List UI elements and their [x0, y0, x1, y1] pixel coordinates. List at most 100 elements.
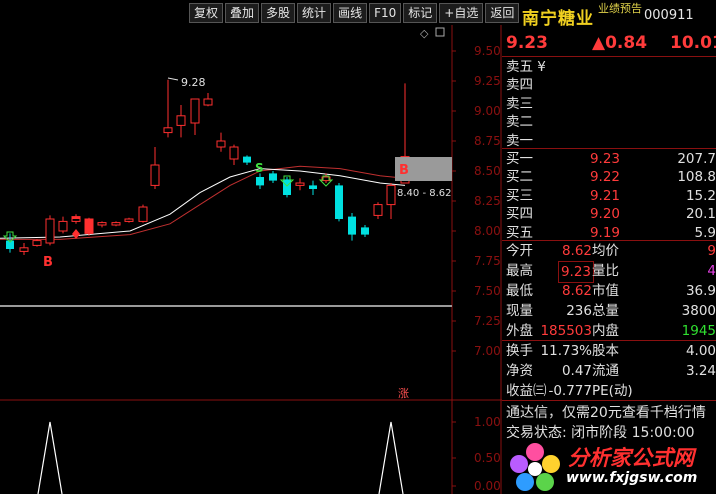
low-label: 最低: [506, 283, 533, 299]
trade-status: 交易状态: 闭市阶段 15:00:00: [506, 422, 695, 442]
sell-row[interactable]: 卖五 ¥: [502, 57, 716, 77]
candle-body[interactable]: [203, 98, 213, 106]
toolbar-button[interactable]: 复权: [189, 3, 224, 23]
buy-row[interactable]: 买三 9.21 15.2: [502, 186, 716, 206]
inner-label: 内盘: [592, 323, 619, 339]
vol-ratio-value: 4: [707, 263, 716, 279]
stat-row-low: 最低 8.62 市值 36.9: [502, 281, 716, 301]
axis-label: 9.50: [474, 44, 501, 58]
candle-body[interactable]: [335, 185, 343, 219]
sell-label: 卖五 ¥: [506, 59, 546, 75]
buy-signal-b[interactable]: B: [43, 255, 53, 270]
trade-status-time: 15:00:00: [631, 425, 695, 441]
stock-code: 000911: [644, 8, 694, 23]
float-value: 3.24: [685, 363, 716, 379]
range-annotation: 8.40 - 8.62: [397, 188, 452, 199]
buy-row[interactable]: 买一 9.23 207.7: [502, 149, 716, 169]
stat-row-turnover: 换手 11.73% 股本 4.00: [502, 341, 716, 361]
outer-label: 外盘: [506, 323, 533, 339]
stat-row-eps: 收益㈢ -0.777 PE(动): [502, 381, 716, 401]
sell-row[interactable]: 卖三: [502, 94, 716, 114]
mkt-cap-value: 36.9: [685, 283, 716, 299]
candle-body[interactable]: [216, 140, 226, 148]
buy-volume: 20.1: [685, 206, 716, 223]
limit-up-marker: 涨: [398, 387, 409, 400]
buy-label: 买四: [506, 206, 533, 223]
candle-body-solid[interactable]: [72, 216, 80, 219]
current-price: 9.23: [506, 33, 548, 53]
toolbar-button[interactable]: +自选: [439, 3, 484, 23]
price-change-pct: 10.01: [670, 33, 716, 53]
avg-label: 均价: [592, 243, 619, 259]
candle-body[interactable]: [373, 204, 383, 216]
axis-label: 7.00: [474, 344, 501, 358]
sell-label: 卖三: [506, 95, 533, 112]
toolbar-button[interactable]: F10: [369, 3, 402, 23]
low-value: 8.62: [561, 283, 592, 299]
axis-label: 7.50: [474, 284, 501, 298]
equity-label: 股本: [592, 343, 619, 359]
eps-label: 收益㈢: [506, 383, 547, 399]
high-price-pointer: [167, 77, 179, 81]
candle-body[interactable]: [348, 216, 356, 235]
candle-body[interactable]: [150, 164, 160, 186]
candle-body[interactable]: [256, 177, 264, 186]
notice-badge[interactable]: 业绩预告: [598, 0, 642, 16]
indicator-spike: [378, 421, 404, 494]
toolbar-button[interactable]: 统计: [297, 3, 332, 23]
cur-vol-value: 236: [566, 303, 592, 319]
candle-body[interactable]: [138, 206, 148, 222]
toolbar-button[interactable]: 叠加: [225, 3, 260, 23]
quote-panel: 南宁糖业 业绩预告 000911 9.23 ▲0.84 10.01 卖五 ¥ 卖四…: [502, 0, 716, 494]
promo-message[interactable]: 通达信，仅需20元查看千档行情: [506, 402, 706, 422]
indicator-axis-label: 0.50: [474, 451, 501, 465]
toolbar-button[interactable]: 画线: [333, 3, 368, 23]
buy-price: 9.22: [589, 169, 620, 186]
candle-body[interactable]: [111, 222, 121, 226]
candle-body-solid[interactable]: [85, 219, 93, 234]
buy-row[interactable]: 买四 9.20 20.1: [502, 204, 716, 224]
square-icon[interactable]: [435, 27, 445, 37]
candle-body[interactable]: [229, 146, 239, 160]
sell-label: 卖二: [506, 114, 533, 131]
toolbar-button[interactable]: 多股: [261, 3, 296, 23]
mkt-cap-label: 市值: [592, 283, 619, 299]
candle-body[interactable]: [386, 184, 396, 206]
sell-row[interactable]: 卖四: [502, 75, 716, 95]
buy-label: 买三: [506, 187, 533, 204]
cur-vol-label: 现量: [506, 303, 533, 319]
candle-body[interactable]: [190, 98, 200, 124]
avg-value: 9: [707, 243, 716, 259]
axis-label: 9.00: [474, 104, 501, 118]
buy-label: 买二: [506, 169, 533, 186]
buy-signal-b[interactable]: B: [399, 163, 409, 178]
candle-body[interactable]: [309, 185, 317, 189]
candle-body[interactable]: [45, 218, 55, 244]
turnover-label: 换手: [506, 343, 533, 359]
candle-body[interactable]: [176, 115, 186, 126]
diamond-icon[interactable]: ◇: [420, 27, 429, 40]
candle-body[interactable]: [19, 247, 29, 252]
candle-body[interactable]: [361, 227, 369, 235]
high-value: 9.23: [557, 261, 594, 283]
candle-body[interactable]: [243, 156, 251, 163]
toolbar-button[interactable]: 标记: [403, 3, 438, 23]
buy-volume: 207.7: [677, 151, 716, 167]
stat-row-nav: 净资 0.47 流通 3.24: [502, 361, 716, 381]
buy-row[interactable]: 买二 9.22 108.8: [502, 167, 716, 187]
candle-body[interactable]: [269, 173, 277, 181]
candle-body[interactable]: [58, 220, 68, 232]
candle-body[interactable]: [295, 182, 305, 186]
high-price-annotation: 9.28: [181, 76, 206, 89]
kline-chart[interactable]: ◇ 9.50 9.25 9.00 8.75 8.50 8.25 8.00 7.75 7.50 7.…: [0, 0, 502, 494]
axis-label: 8.50: [474, 164, 501, 178]
candle-body[interactable]: [283, 179, 291, 195]
sell-row[interactable]: 卖二: [502, 112, 716, 132]
candle-body[interactable]: [32, 240, 42, 246]
candle-body[interactable]: [163, 127, 173, 134]
pe-label: PE(动): [592, 383, 633, 399]
candle-body[interactable]: [97, 222, 107, 226]
candle-body[interactable]: [124, 218, 134, 222]
stat-row-outer: 外盘 185503 内盘 1945: [502, 321, 716, 341]
stock-name[interactable]: 南宁糖业: [522, 4, 594, 29]
